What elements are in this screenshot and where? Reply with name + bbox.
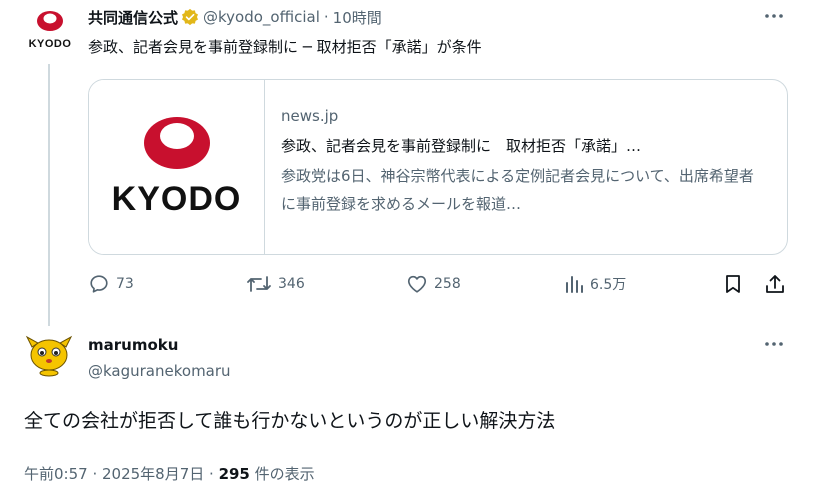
card-body[interactable]: news.jp 参政、記者会見を事前登録制に 取材拒否「承諾」… 参政党は6日、… (265, 80, 781, 254)
like-button[interactable]: 258 (406, 271, 461, 297)
bookmark-icon (723, 273, 743, 295)
action-bar: 73 346 258 6.5万 (88, 271, 788, 297)
views-count: 6.5万 (590, 277, 627, 293)
card-domain: news.jp (281, 107, 339, 125)
reply-text: 全ての会社が拒否して誰も行かないというのが正しい解決方法 (24, 410, 556, 432)
repost-count: 346 (278, 276, 305, 292)
reply-handle[interactable]: @kaguranekomaru (88, 362, 231, 380)
reply-button[interactable]: 73 (88, 271, 134, 297)
like-count: 258 (434, 276, 461, 292)
share-icon (764, 273, 786, 295)
reply-views-label: 件の表示 (249, 465, 315, 483)
timestamp[interactable]: 10時間 (333, 7, 382, 28)
card-logo-text: KYODO (111, 179, 242, 218)
reply-count: 73 (116, 276, 134, 292)
tweet-header: 共同通信公式 @kyodo_official · 10時間 (88, 6, 382, 28)
repost-button[interactable]: 346 (246, 271, 305, 297)
verified-badge-icon[interactable] (181, 8, 199, 26)
handle[interactable]: @kyodo_official (203, 8, 320, 26)
reply-icon (88, 273, 110, 295)
separator-dot: · (323, 8, 329, 26)
repost-icon (246, 273, 272, 295)
kyodo-logo-icon (143, 116, 211, 174)
avatar-logo-text: KYODO (28, 38, 72, 50)
display-name[interactable]: 共同通信公式 (88, 7, 178, 28)
reply-meta: 午前0:57 · 2025年8月7日 · 295 件の表示 (24, 463, 315, 484)
reply-timestamp[interactable]: 午前0:57 · 2025年8月7日 · (24, 465, 219, 483)
bookmark-button[interactable] (723, 271, 743, 297)
avatar[interactable]: KYODO (24, 8, 76, 52)
card-description: 参政党は6日、神谷宗幣代表による定例記者会見について、出席希望者に事前登録を求め… (281, 167, 754, 213)
thread-line (48, 64, 50, 326)
card-title: 参政、記者会見を事前登録制に 取材拒否「承諾」… (281, 137, 642, 155)
like-icon (406, 273, 428, 295)
reply-display-name[interactable]: marumoku (88, 336, 178, 354)
card-image[interactable]: KYODO (89, 80, 265, 254)
more-icon[interactable] (763, 6, 785, 26)
views-button[interactable]: 6.5万 (564, 271, 626, 297)
tweet-text: 参政、記者会見を事前登録制に ─ 取材拒否「承諾」が条件 (88, 38, 482, 56)
reply-views-count[interactable]: 295 (219, 465, 250, 483)
share-button[interactable] (764, 271, 786, 297)
avatar[interactable] (24, 333, 74, 377)
link-card[interactable]: KYODO news.jp 参政、記者会見を事前登録制に 取材拒否「承諾」… 参… (88, 79, 788, 255)
more-icon[interactable] (763, 334, 785, 354)
views-icon (564, 273, 584, 295)
kyodo-logo-icon (36, 10, 64, 36)
